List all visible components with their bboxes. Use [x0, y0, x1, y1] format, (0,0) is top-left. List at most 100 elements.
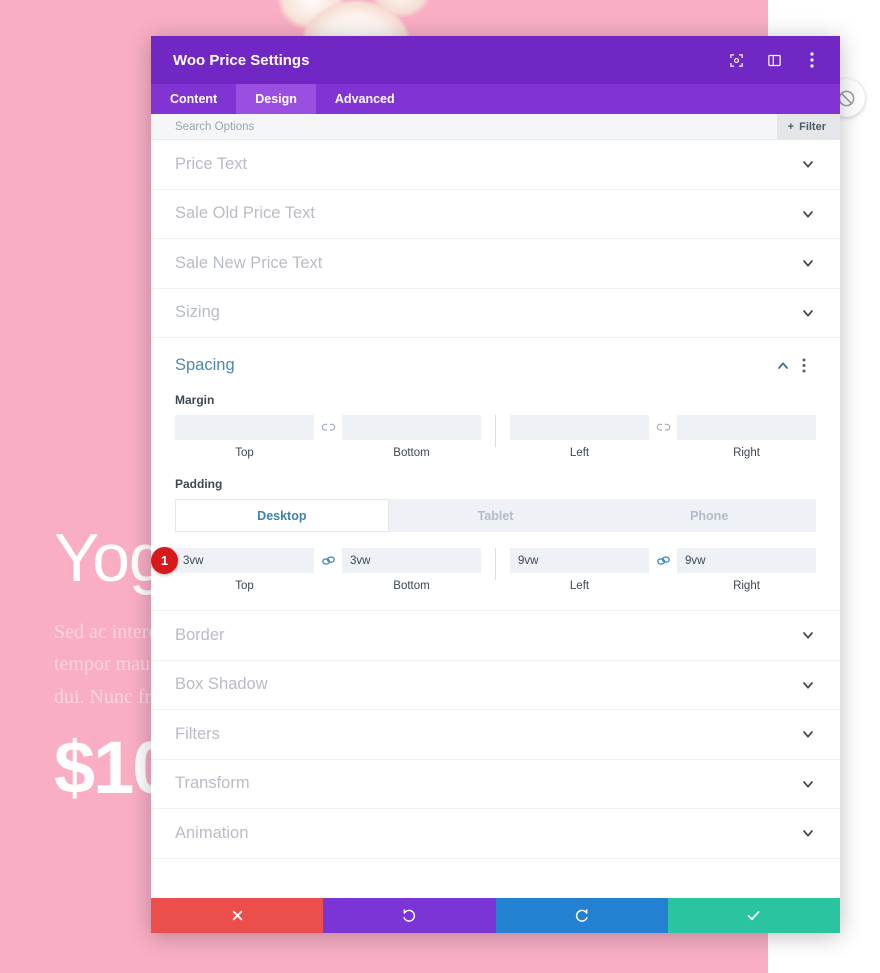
device-tab-desktop[interactable]: Desktop: [175, 499, 389, 532]
modal-tab-bar: Content Design Advanced: [151, 84, 840, 114]
chevron-down-icon: [800, 677, 816, 693]
chevron-up-icon[interactable]: [775, 358, 791, 374]
filter-button-label: Filter: [799, 120, 826, 133]
section-label: Spacing: [175, 356, 235, 374]
quad-divider: [495, 548, 496, 580]
section-sizing[interactable]: Sizing: [151, 289, 840, 338]
section-spacing-body: Margin Top Bottom Left Right Padding Des…: [151, 393, 840, 610]
margin-right-input[interactable]: [677, 415, 816, 440]
close-x-icon: [231, 909, 244, 922]
padding-top-cell: Top: [175, 548, 314, 592]
section-box-shadow[interactable]: Box Shadow: [151, 661, 840, 710]
section-filters[interactable]: Filters: [151, 710, 840, 760]
focus-target-icon[interactable]: [724, 48, 748, 72]
modal-scroll-body[interactable]: Price Text Sale Old Price Text Sale New …: [151, 140, 840, 898]
filter-button[interactable]: + Filter: [776, 113, 840, 140]
redo-arrow-icon: [574, 908, 590, 924]
section-label: Box Shadow: [175, 675, 268, 694]
margin-bottom-input[interactable]: [342, 415, 481, 440]
modal-header-actions: [724, 48, 824, 72]
section-label: Animation: [175, 823, 249, 842]
tab-content[interactable]: Content: [151, 84, 236, 114]
padding-top-bottom-group: Top Bottom: [175, 548, 481, 592]
undo-button[interactable]: [323, 898, 496, 933]
margin-top-caption: Top: [235, 447, 254, 459]
margin-left-input[interactable]: [510, 415, 649, 440]
margin-left-right-group: Left Right: [510, 415, 816, 459]
chevron-down-icon: [800, 206, 816, 222]
section-label: Filters: [175, 724, 220, 743]
search-input[interactable]: [151, 120, 777, 133]
chevron-down-icon: [800, 255, 816, 271]
device-tab-tablet[interactable]: Tablet: [388, 499, 603, 532]
margin-top-cell: Top: [175, 415, 314, 459]
padding-bottom-input[interactable]: [342, 548, 481, 573]
padding-bottom-cell: Bottom: [342, 548, 481, 592]
padding-left-input[interactable]: [510, 548, 649, 573]
cancel-button[interactable]: [151, 898, 324, 933]
section-price-text[interactable]: Price Text: [151, 140, 840, 190]
section-spacing-header[interactable]: Spacing: [151, 338, 840, 393]
section-label: Transform: [175, 774, 250, 793]
margin-top-bottom-group: Top Bottom: [175, 415, 481, 459]
tab-advanced[interactable]: Advanced: [316, 84, 414, 114]
padding-label: Padding: [175, 477, 223, 491]
link-chain-icon[interactable]: [314, 548, 342, 573]
search-options-row: + Filter: [151, 113, 840, 140]
padding-device-tabs: Desktop Tablet Phone: [175, 499, 817, 532]
chevron-down-icon: [800, 825, 816, 841]
chevron-down-icon: [800, 627, 816, 643]
kebab-menu-icon[interactable]: [802, 358, 818, 374]
padding-quad-group: Top Bottom: [175, 548, 816, 592]
plus-icon: +: [787, 120, 795, 133]
layout-panel-icon[interactable]: [762, 48, 786, 72]
section-label: Sale New Price Text: [175, 253, 323, 272]
chevron-down-icon: [800, 156, 816, 172]
save-button[interactable]: [667, 898, 840, 933]
tab-design[interactable]: Design: [236, 84, 316, 114]
margin-quad-group: Top Bottom Left Right: [175, 415, 816, 459]
kebab-menu-icon[interactable]: [800, 48, 824, 72]
link-broken-icon[interactable]: [314, 415, 342, 440]
undo-arrow-icon: [401, 908, 417, 924]
margin-left-cell: Left: [510, 415, 649, 459]
checkmark-icon: [746, 908, 761, 923]
section-label: Sizing: [175, 303, 220, 322]
link-broken-icon[interactable]: [649, 415, 677, 440]
padding-top-caption: Top: [235, 580, 254, 592]
margin-bottom-cell: Bottom: [342, 415, 481, 459]
section-label: Border: [175, 625, 225, 644]
chevron-down-icon: [800, 776, 816, 792]
padding-right-caption: Right: [733, 580, 760, 592]
scroll-tail-space: [151, 859, 840, 899]
section-spacing: Spacing Margin Top Bottom Left Right Pad…: [151, 338, 840, 611]
device-tab-phone[interactable]: Phone: [602, 499, 817, 532]
margin-top-input[interactable]: [175, 415, 314, 440]
chevron-down-icon: [800, 726, 816, 742]
padding-left-caption: Left: [569, 580, 590, 592]
margin-bottom-caption: Bottom: [393, 447, 430, 459]
padding-right-cell: Right: [677, 548, 816, 592]
section-sale-old-price-text[interactable]: Sale Old Price Text: [151, 190, 840, 239]
link-chain-icon[interactable]: [649, 548, 677, 573]
section-animation[interactable]: Animation: [151, 809, 840, 859]
section-label: Price Text: [175, 154, 248, 173]
padding-right-input[interactable]: [677, 548, 816, 573]
padding-quad-wrap: 1 Top: [151, 547, 816, 592]
padding-top-input[interactable]: [175, 548, 314, 573]
chevron-down-icon: [800, 305, 816, 321]
modal-action-bar: [151, 898, 840, 933]
padding-bottom-caption: Bottom: [393, 580, 430, 592]
padding-left-cell: Left: [510, 548, 649, 592]
quad-divider: [495, 415, 496, 447]
section-label: Sale Old Price Text: [175, 204, 316, 223]
step-badge: 1: [151, 547, 178, 574]
section-sale-new-price-text[interactable]: Sale New Price Text: [151, 239, 840, 289]
margin-right-caption: Right: [733, 447, 760, 459]
margin-right-cell: Right: [677, 415, 816, 459]
margin-left-caption: Left: [569, 447, 590, 459]
section-border[interactable]: Border: [151, 611, 840, 661]
section-transform[interactable]: Transform: [151, 760, 840, 809]
settings-modal: Woo Price Settings Content Design Advanc…: [151, 36, 840, 933]
redo-button[interactable]: [495, 898, 668, 933]
